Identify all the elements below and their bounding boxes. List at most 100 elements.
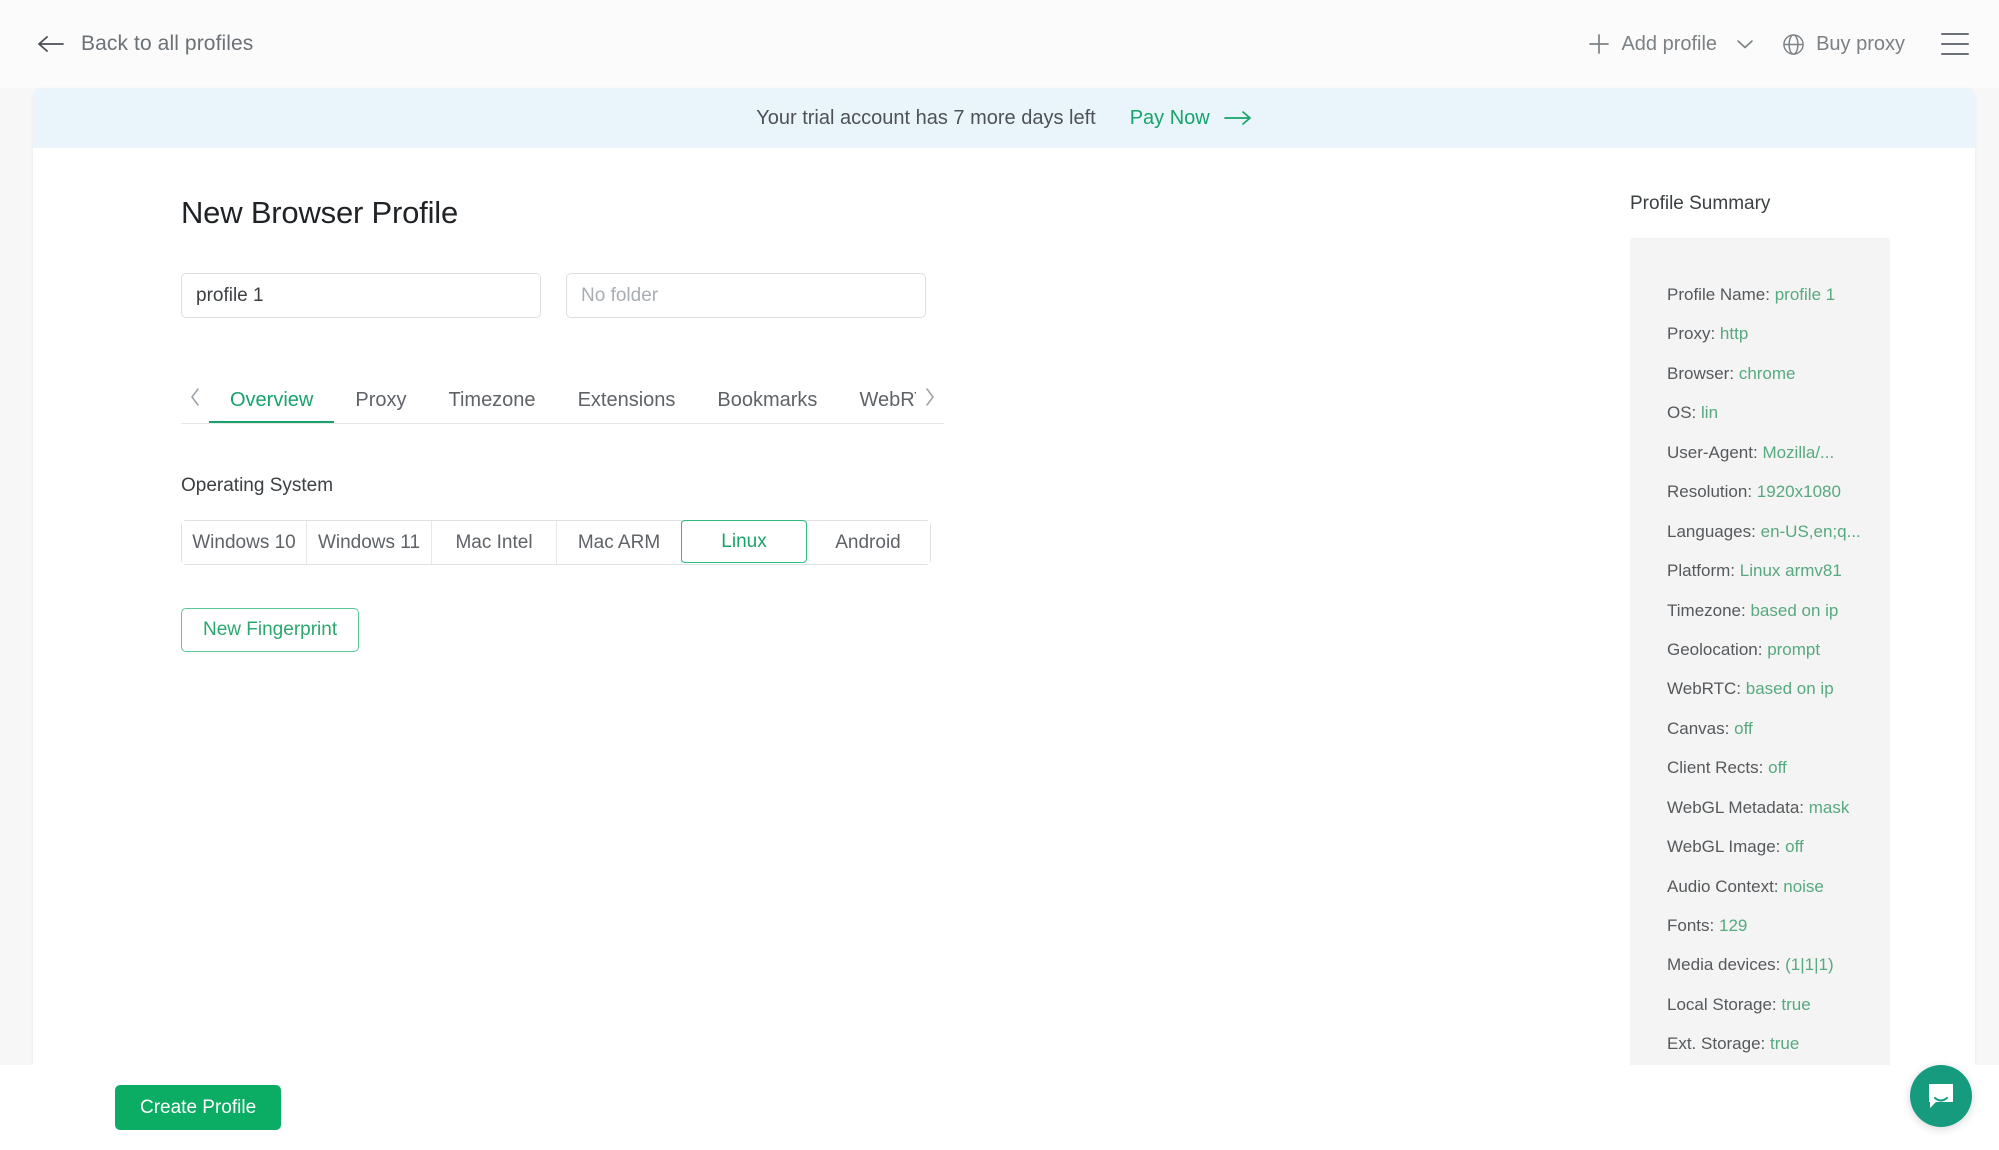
summary-key: Profile Name: (1667, 285, 1770, 304)
chevron-down-icon[interactable] (1728, 38, 1754, 50)
summary-value: lin (1701, 403, 1719, 423)
summary-row: Client Rects: off (1667, 757, 1890, 780)
globe-icon (1782, 33, 1805, 56)
tab-bookmarks[interactable]: Bookmarks (696, 390, 838, 423)
summary-row: Media devices: (1|1|1) (1667, 954, 1890, 977)
summary-row: Proxy: http (1667, 323, 1890, 346)
summary-row: Browser: chrome (1667, 363, 1890, 386)
summary-row: Ext. Storage: true (1667, 1033, 1890, 1056)
summary-row: WebRTC: based on ip (1667, 678, 1890, 701)
summary-key: WebGL Metadata: (1667, 797, 1805, 817)
summary-value: Mozilla/... (1762, 442, 1835, 462)
back-to-all-profiles-link[interactable]: Back to all profiles (38, 32, 253, 56)
plus-icon (1588, 33, 1610, 55)
buy-proxy-button[interactable]: Buy proxy (1768, 33, 1919, 56)
summary-row: Fonts: 129 (1667, 915, 1890, 938)
summary-key: Media devices: (1667, 955, 1781, 975)
os-option-windows-11[interactable]: Windows 11 (307, 521, 432, 564)
trial-banner: Your trial account has 7 more days left … (33, 88, 1975, 148)
summary-key: User-Agent: (1667, 442, 1758, 462)
os-option-windows-10[interactable]: Windows 10 (182, 521, 307, 564)
tab-extensions[interactable]: Extensions (557, 390, 697, 423)
profile-summary-column: Profile Summary Profile Name: profile 1 … (1630, 148, 1975, 1065)
summary-key: Local Storage: (1667, 994, 1777, 1014)
summary-value: http (1719, 324, 1749, 344)
operating-system-selector: Windows 10 Windows 11 Mac Intel Mac ARM … (181, 520, 931, 565)
summary-row: Platform: Linux armv81 (1667, 560, 1890, 583)
tabs-scroll-right-icon[interactable] (916, 387, 944, 407)
summary-key: Languages: (1667, 521, 1756, 541)
card-body: New Browser Profile Overview Proxy Timez… (33, 148, 1975, 1065)
pay-now-label: Pay Now (1129, 106, 1210, 129)
buy-proxy-label: Buy proxy (1816, 32, 1905, 55)
summary-key: OS: (1667, 403, 1697, 423)
summary-value: mask (1808, 797, 1850, 817)
menu-hamburger-icon[interactable] (1941, 33, 1969, 55)
arrow-left-icon (38, 35, 64, 53)
summary-value: based on ip (1745, 679, 1834, 699)
summary-row: Geolocation: prompt (1667, 639, 1890, 662)
settings-tabs: Overview Proxy Timezone Extensions Bookm… (181, 370, 944, 424)
pay-now-link[interactable]: Pay Now (1130, 107, 1252, 130)
trial-banner-text: Your trial account has 7 more days left (756, 106, 1096, 129)
add-profile-button[interactable]: Add profile (1574, 33, 1768, 56)
summary-row: Canvas: off (1667, 718, 1890, 741)
summary-value: based on ip (1750, 600, 1839, 620)
summary-value: en-US,en;q... (1760, 521, 1861, 541)
summary-row: Profile Name: profile 1 (1667, 284, 1890, 307)
tab-webrtc[interactable]: WebRTC (838, 390, 916, 423)
summary-key: Fonts: (1667, 916, 1715, 935)
os-option-mac-intel[interactable]: Mac Intel (432, 521, 557, 564)
new-fingerprint-button[interactable]: New Fingerprint (181, 608, 360, 652)
tabs-scroll-left-icon[interactable] (181, 387, 209, 407)
tab-overview[interactable]: Overview (209, 390, 335, 423)
summary-value: chrome (1738, 363, 1796, 383)
os-option-linux[interactable]: Linux (681, 520, 807, 563)
summary-value: true (1770, 1034, 1800, 1054)
tab-proxy[interactable]: Proxy (334, 390, 427, 423)
summary-key: WebRTC: (1667, 679, 1742, 699)
summary-value: 1920x1080 (1756, 482, 1841, 502)
summary-key: Client Rects: (1667, 758, 1764, 778)
summary-row: Audio Context: noise (1667, 876, 1890, 899)
summary-key: Geolocation: (1667, 639, 1763, 659)
chat-bubble-icon (1926, 1081, 1956, 1111)
tab-timezone[interactable]: Timezone (427, 390, 556, 423)
summary-value: (1|1|1) (1785, 955, 1834, 975)
summary-value: 129 (1718, 916, 1748, 935)
summary-value: noise (1783, 876, 1824, 896)
summary-key: Ext. Storage: (1667, 1034, 1766, 1054)
summary-row: OS: lin (1667, 402, 1890, 425)
tabs-list: Overview Proxy Timezone Extensions Bookm… (209, 370, 916, 423)
page-title: New Browser Profile (181, 195, 459, 230)
profile-summary-box: Profile Name: profile 1 Proxy: http Brow… (1630, 238, 1890, 1065)
summary-row: Local Storage: true (1667, 994, 1890, 1017)
summary-key: Resolution: (1667, 482, 1753, 502)
summary-key: Browser: (1667, 363, 1735, 383)
profile-fields-row (181, 273, 1630, 318)
profile-name-input[interactable] (181, 273, 541, 318)
header-actions: Add profile Buy proxy (1574, 33, 1969, 56)
footer-bar: Create Profile (0, 1065, 1999, 1150)
summary-value: off (1785, 837, 1804, 857)
summary-value: off (1768, 758, 1787, 778)
operating-system-label: Operating System (181, 475, 334, 496)
create-profile-button[interactable]: Create Profile (115, 1085, 282, 1130)
intercom-chat-button[interactable] (1910, 1065, 1972, 1127)
arrow-right-icon (1223, 110, 1252, 126)
summary-key: Audio Context: (1667, 876, 1779, 896)
folder-select-input[interactable] (566, 273, 926, 318)
os-option-android[interactable]: Android (806, 521, 930, 564)
summary-key: WebGL Image: (1667, 837, 1781, 857)
os-option-mac-arm[interactable]: Mac ARM (557, 521, 682, 564)
summary-value: prompt (1767, 639, 1821, 659)
summary-row: Timezone: based on ip (1667, 600, 1890, 623)
summary-row: Resolution: 1920x1080 (1667, 481, 1890, 504)
summary-key: Canvas: (1667, 718, 1730, 738)
summary-row: WebGL Metadata: mask (1667, 797, 1890, 820)
back-link-label: Back to all profiles (81, 32, 254, 55)
summary-value: Linux armv81 (1739, 561, 1842, 581)
summary-key: Proxy: (1667, 324, 1716, 344)
profile-form-column: New Browser Profile Overview Proxy Timez… (33, 148, 1630, 1065)
summary-value: profile 1 (1774, 285, 1836, 304)
